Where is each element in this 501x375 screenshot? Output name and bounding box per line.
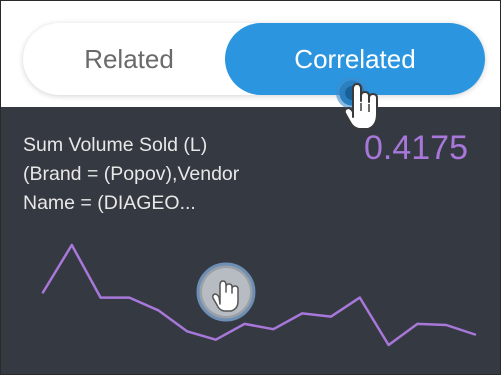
related-correlated-toggle[interactable]: Related Correlated: [23, 23, 485, 95]
tab-related[interactable]: Related: [23, 23, 235, 95]
sparkline-chart: [41, 243, 477, 347]
correlation-card[interactable]: Sum Volume Sold (L) (Brand = (Popov),Ven…: [1, 107, 500, 374]
sparkline-line: [41, 243, 477, 347]
hand-pointer-icon: [196, 262, 256, 322]
toggle-area: Related Correlated: [1, 1, 500, 107]
hand-pointer-icon: [343, 83, 378, 130]
app-frame: Related Correlated Sum Volume Sold (L) (…: [0, 0, 501, 375]
